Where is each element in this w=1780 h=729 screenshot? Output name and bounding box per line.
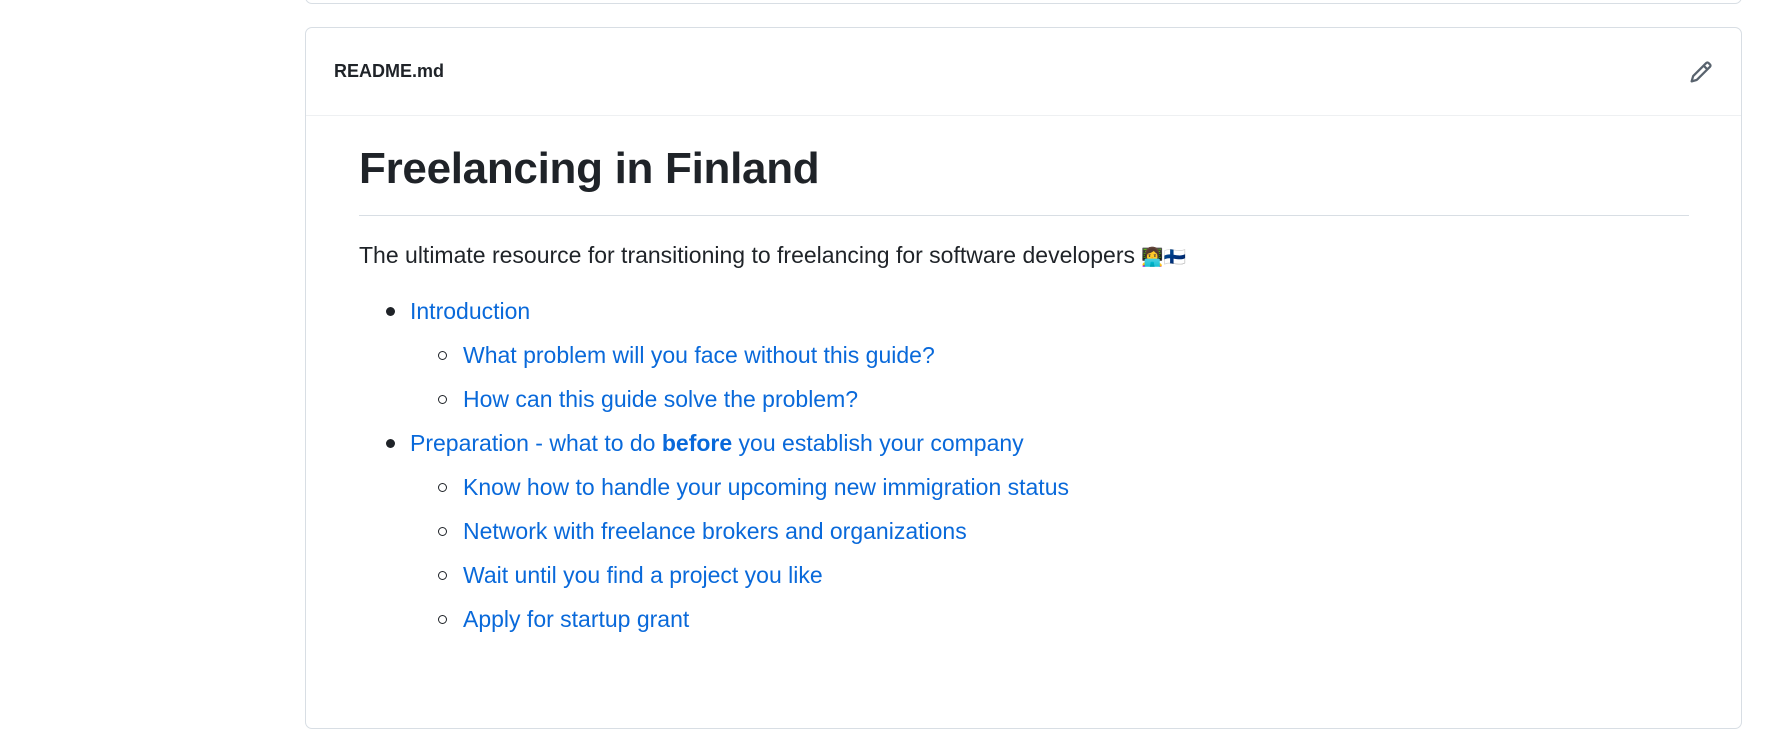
readme-header: README.md xyxy=(306,28,1741,116)
technologist-flag-emoji: 👩‍💻🇫🇮 xyxy=(1141,247,1187,267)
readme-card: README.md Freelancing in Finland The ult… xyxy=(305,27,1742,729)
toc-subitem: How can this guide solve the problem? xyxy=(359,377,1689,421)
link-text: Preparation - what to do xyxy=(410,430,662,456)
toc-link[interactable]: Network with freelance brokers and organ… xyxy=(463,518,967,544)
toc-link[interactable]: Know how to handle your upcoming new imm… xyxy=(463,474,1069,500)
toc-subitem: Wait until you find a project you like xyxy=(359,553,1689,597)
toc-subitem: Know how to handle your upcoming new imm… xyxy=(359,465,1689,509)
toc-link-preparation[interactable]: Preparation - what to do before you esta… xyxy=(410,430,1024,456)
readme-filename: README.md xyxy=(334,61,445,81)
toc-link[interactable]: Wait until you find a project you like xyxy=(463,562,823,588)
toc-sublist: Know how to handle your upcoming new imm… xyxy=(359,465,1689,641)
readme-title: Freelancing in Finland xyxy=(359,140,1689,216)
toc-item: Introduction xyxy=(359,289,1689,333)
toc-sublist: What problem will you face without this … xyxy=(359,333,1689,421)
toc-subitem: Apply for startup grant xyxy=(359,597,1689,641)
link-bold-text: before xyxy=(661,430,733,456)
previous-card xyxy=(305,0,1742,4)
readme-description: The ultimate resource for transitioning … xyxy=(359,240,1689,272)
toc-link[interactable]: What problem will you face without this … xyxy=(463,342,935,368)
toc-item: Preparation - what to do before you esta… xyxy=(359,421,1689,465)
description-text: The ultimate resource for transitioning … xyxy=(359,242,1136,268)
toc-link[interactable]: Apply for startup grant xyxy=(463,606,689,632)
pencil-icon[interactable] xyxy=(1689,60,1713,84)
table-of-contents: Introduction What problem will you face … xyxy=(359,289,1689,641)
toc-subitem: What problem will you face without this … xyxy=(359,333,1689,377)
toc-link[interactable]: How can this guide solve the problem? xyxy=(463,386,858,412)
toc-subitem: Network with freelance brokers and organ… xyxy=(359,509,1689,553)
link-text: you establish your company xyxy=(732,430,1024,456)
readme-body: Freelancing in Finland The ultimate reso… xyxy=(359,140,1689,641)
toc-link-introduction[interactable]: Introduction xyxy=(410,298,530,324)
